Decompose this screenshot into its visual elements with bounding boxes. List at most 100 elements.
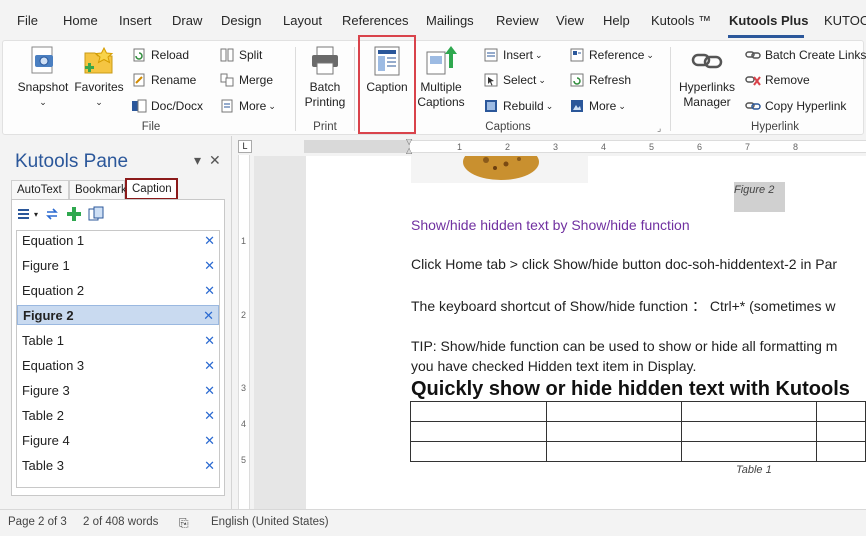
menu-design[interactable]: Design — [221, 13, 261, 28]
add-icon[interactable] — [66, 206, 82, 222]
link-heading[interactable]: Show/hide hidden text by Show/hide funct… — [411, 217, 690, 233]
remove-icon[interactable]: ✕ — [204, 281, 215, 300]
batch-create-links-button[interactable]: Batch Create Links — [745, 45, 866, 65]
multiple-captions-button[interactable]: Multiple Captions — [415, 44, 467, 110]
ruler-number: 1 — [457, 142, 463, 152]
remove-hyperlink-button[interactable]: Remove — [745, 70, 810, 90]
remove-icon[interactable]: ✕ — [204, 456, 215, 475]
refresh-icon — [570, 73, 584, 87]
split-button[interactable]: Split — [219, 45, 262, 65]
list-item[interactable]: Figure 1 ✕ — [17, 256, 219, 276]
menu-view[interactable]: View — [556, 13, 584, 28]
document-table[interactable] — [410, 401, 866, 462]
word-count[interactable]: 2 of 408 words — [83, 516, 158, 528]
dialog-launcher-icon[interactable]: ⌟ — [657, 123, 661, 134]
list-item[interactable]: Equation 2 ✕ — [17, 281, 219, 301]
menu-home[interactable]: Home — [63, 13, 98, 28]
refresh-icon[interactable] — [44, 206, 60, 222]
more-icon — [571, 100, 583, 112]
copy-hyperlink-button[interactable]: Copy Hyperlink — [745, 96, 846, 116]
ruler-number: 2 — [505, 142, 511, 152]
merge-button[interactable]: Merge — [219, 70, 273, 90]
menu-layout[interactable]: Layout — [283, 13, 322, 28]
menu-file[interactable]: File — [17, 13, 38, 28]
figure-caption[interactable]: Figure 2 — [734, 182, 785, 212]
favorites-icon — [84, 46, 114, 74]
file-more-button[interactable]: More ⌄ — [219, 96, 276, 116]
caption-list: Equation 1 ✕ Figure 1 ✕ Equation 2 ✕ Figure… — [16, 230, 220, 488]
menu-help[interactable]: Help — [603, 13, 630, 28]
list-item[interactable]: Equation 3 ✕ — [17, 356, 219, 376]
ruler-number: 7 — [745, 142, 751, 152]
ruler-number: 6 — [697, 142, 703, 152]
favorites-button[interactable]: Favorites ⌄ — [73, 44, 125, 110]
hyperlinks-manager-button[interactable]: Hyperlinks Manager — [675, 44, 739, 110]
pane-options-icon[interactable]: ▾ — [194, 152, 201, 169]
insert-caption-button[interactable]: Insert ⌄ — [483, 45, 543, 65]
remove-icon[interactable]: ✕ — [204, 231, 215, 250]
hyperlinks-manager-label-2: Manager — [683, 95, 731, 109]
menu-insert[interactable]: Insert — [119, 13, 152, 28]
menu-draw[interactable]: Draw — [172, 13, 202, 28]
indent-marker-icon[interactable]: ▽ △ — [406, 137, 415, 157]
snapshot-button[interactable]: Snapshot ⌄ — [15, 44, 71, 110]
remove-icon[interactable]: ✕ — [204, 381, 215, 400]
tab-caption[interactable]: Caption — [125, 178, 178, 200]
captions-more-button[interactable]: More ⌄ — [569, 96, 626, 116]
insert-caption-icon[interactable] — [88, 206, 104, 222]
tab-selector-icon[interactable]: L — [238, 140, 252, 153]
chevron-down-icon[interactable]: ▾ — [34, 210, 38, 219]
table-caption[interactable]: Table 1 — [736, 464, 772, 476]
remove-icon[interactable]: ✕ — [204, 356, 215, 375]
rebuild-caption-button[interactable]: Rebuild ⌄ — [483, 96, 553, 116]
reload-button[interactable]: Reload — [131, 45, 189, 65]
ruler-margin — [304, 140, 410, 153]
menu-mailings[interactable]: Mailings — [426, 13, 474, 28]
page-count[interactable]: Page 2 of 3 — [8, 516, 67, 528]
refresh-button[interactable]: Refresh — [569, 70, 631, 90]
menu-bar: File Home Insert Draw Design Layout Refe… — [0, 0, 866, 40]
remove-icon[interactable]: ✕ — [204, 256, 215, 275]
list-item[interactable]: Table 3 ✕ — [17, 456, 219, 476]
proofing-icon[interactable]: ⎘ — [179, 516, 189, 531]
ruler-number: 4 — [601, 142, 607, 152]
pane-title: Kutools Pane — [15, 151, 129, 172]
list-item[interactable]: Figure 3 ✕ — [17, 381, 219, 401]
list-item[interactable]: Equation 1 ✕ — [17, 231, 219, 251]
list-item-selected[interactable]: Figure 2 ✕ — [17, 305, 219, 325]
group-separator — [670, 47, 671, 131]
doc-docx-label: Doc/Docx — [151, 99, 204, 113]
remove-icon[interactable]: ✕ — [204, 431, 215, 450]
doc-docx-button[interactable]: Doc/Docx — [131, 96, 203, 116]
list-item[interactable]: Figure 4 ✕ — [17, 431, 219, 451]
select-caption-button[interactable]: Select ⌄ — [483, 70, 546, 90]
status-bar: Page 2 of 3 2 of 408 words ⎘ English (Un… — [0, 509, 866, 536]
tab-autotext[interactable]: AutoText — [11, 180, 69, 200]
remove-icon[interactable]: ✕ — [204, 331, 215, 350]
menu-kutools-extra[interactable]: KUTOO — [824, 13, 866, 28]
insert-icon — [484, 48, 498, 62]
menu-kutools[interactable]: Kutools ™ — [651, 13, 711, 28]
list-view-icon[interactable] — [17, 206, 33, 222]
copy-link-icon — [745, 102, 761, 110]
captions-more-label: More — [589, 99, 617, 113]
tab-bookmark[interactable]: Bookmark — [69, 180, 127, 200]
list-item[interactable]: Table 1 ✕ — [17, 331, 219, 351]
printer-icon — [312, 46, 338, 75]
batch-printing-button[interactable]: Batch Printing — [301, 44, 349, 110]
reference-button[interactable]: Reference ⌄ — [569, 45, 654, 65]
language-indicator[interactable]: English (United States) — [211, 516, 329, 528]
remove-icon[interactable]: ✕ — [203, 306, 214, 325]
pane-tabs: AutoText Bookmark Caption — [11, 178, 225, 200]
picture-frame[interactable] — [411, 144, 588, 183]
list-item[interactable]: Table 2 ✕ — [17, 406, 219, 426]
rename-button[interactable]: Rename — [131, 70, 196, 90]
paragraph-line: you have checked Hidden text item in Dis… — [411, 358, 697, 374]
rebuild-label: Rebuild — [503, 99, 544, 113]
menu-kutools-plus[interactable]: Kutools Plus — [729, 13, 808, 28]
pane-close-icon[interactable]: ✕ — [209, 152, 221, 169]
menu-references[interactable]: References — [342, 13, 408, 28]
menu-review[interactable]: Review — [496, 13, 539, 28]
ruler-number: 1 — [241, 236, 247, 246]
remove-icon[interactable]: ✕ — [204, 406, 215, 425]
